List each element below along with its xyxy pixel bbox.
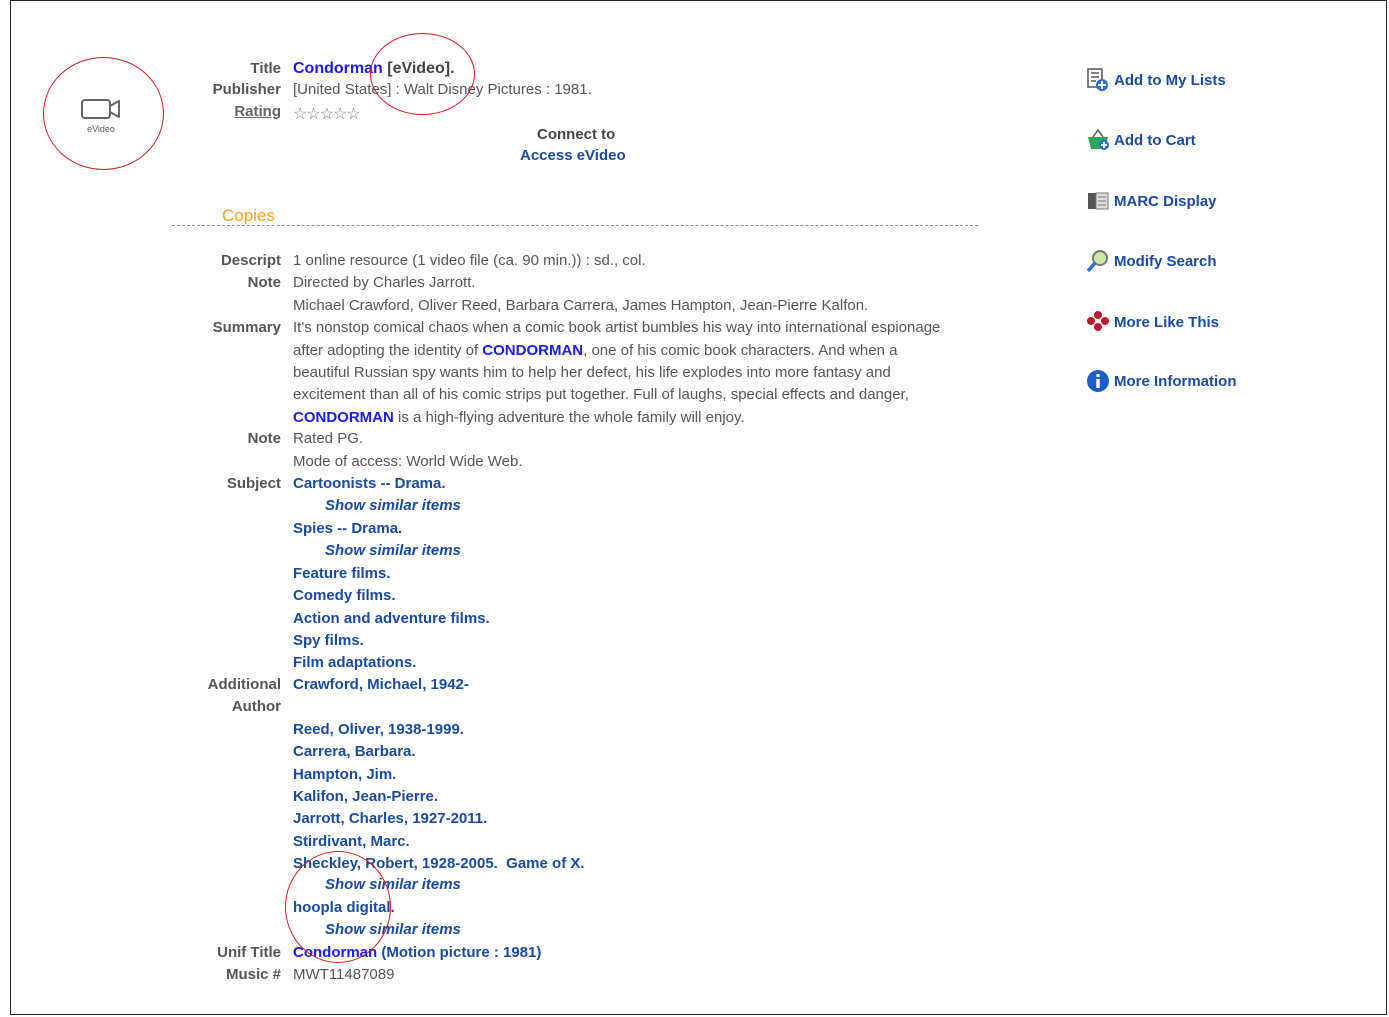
- note-line: Rated PG.: [293, 430, 364, 447]
- list-add-icon: [1087, 68, 1108, 91]
- additional-author-label: Author: [231, 698, 281, 715]
- subject-label: Subject: [226, 475, 281, 492]
- more-information-label: More Information: [1114, 372, 1237, 390]
- author-link[interactable]: Hampton, Jim.: [293, 766, 396, 783]
- subject-link[interactable]: Comedy films.: [293, 587, 396, 604]
- condorman-link[interactable]: CONDORMAN: [482, 342, 583, 359]
- format-icon: eVideo: [78, 97, 124, 137]
- author-link[interactable]: Carrera, Barbara.: [293, 743, 416, 760]
- show-similar-link[interactable]: Show similar items: [325, 876, 461, 893]
- more-like-this-button[interactable]: More Like This: [1086, 310, 1219, 334]
- show-similar-link[interactable]: Show similar items: [325, 497, 461, 514]
- cluster-icon: [1087, 311, 1109, 331]
- summary-line: after adopting the identity of CONDORMAN…: [293, 342, 897, 359]
- modify-search-label: Modify Search: [1114, 252, 1217, 270]
- title-link[interactable]: Condorman: [293, 60, 383, 77]
- title-label: Title: [250, 60, 281, 77]
- note-line: Mode of access: World Wide Web.: [293, 453, 523, 470]
- add-to-cart-button[interactable]: Add to Cart: [1086, 128, 1196, 152]
- title-suffix: [eVideo].: [387, 60, 455, 77]
- add-to-my-lists-button[interactable]: Add to My Lists: [1086, 68, 1226, 92]
- condorman-link[interactable]: CONDORMAN: [293, 409, 394, 426]
- subject-link[interactable]: Spy films.: [293, 632, 364, 649]
- modify-search-button[interactable]: Modify Search: [1086, 249, 1217, 273]
- basket-icon: [1088, 128, 1109, 150]
- author-link[interactable]: Reed, Oliver, 1938-1999.: [293, 721, 464, 738]
- marc-display-label: MARC Display: [1114, 192, 1217, 210]
- subject-link[interactable]: Film adaptations.: [293, 654, 416, 671]
- title-value: Condorman [eVideo].: [293, 60, 455, 78]
- marc-record-icon: [1088, 192, 1109, 210]
- author-link[interactable]: Kalifon, Jean-Pierre.: [293, 788, 438, 805]
- summary-line: It's nonstop comical chaos when a comic …: [293, 319, 941, 336]
- descript-value: 1 online resource (1 video file (ca. 90 …: [293, 252, 646, 269]
- publisher-label: Publisher: [212, 81, 281, 98]
- connect-heading: Connect to: [537, 126, 616, 143]
- summary-line: CONDORMAN is a high-flying adventure the…: [293, 409, 745, 426]
- show-similar-link[interactable]: Show similar items: [325, 542, 461, 559]
- more-information-button[interactable]: More Information: [1086, 369, 1237, 393]
- author-link[interactable]: Crawford, Michael, 1942-: [293, 676, 469, 693]
- add-to-my-lists-label: Add to My Lists: [1114, 71, 1226, 89]
- subject-link[interactable]: Cartoonists -- Drama.: [293, 475, 446, 492]
- descript-label: Descript: [220, 252, 281, 269]
- note-label: Note: [247, 274, 281, 291]
- marc-display-button[interactable]: MARC Display: [1086, 189, 1217, 213]
- music-label: Music #: [225, 966, 281, 983]
- show-similar-link[interactable]: Show similar items: [325, 921, 461, 938]
- author-link[interactable]: Jarrott, Charles, 1927-2011.: [293, 810, 487, 827]
- summary-line: excitement than all of his comic strips …: [293, 386, 909, 403]
- access-evideo-link[interactable]: Access eVideo: [520, 147, 626, 164]
- note-line: Directed by Charles Jarrott.: [293, 274, 476, 291]
- rating-label[interactable]: Rating: [234, 103, 281, 120]
- more-like-this-label: More Like This: [1114, 313, 1220, 331]
- author-link[interactable]: Stirdivant, Marc.: [293, 833, 410, 850]
- note-line: Michael Crawford, Oliver Reed, Barbara C…: [293, 297, 869, 314]
- info-icon: [1087, 370, 1109, 392]
- summary-text: after adopting the identity of: [293, 342, 483, 359]
- additional-author-label: Additional: [207, 676, 281, 693]
- unif-title-label: Unif Title: [217, 944, 281, 961]
- video-camera-icon: [81, 99, 120, 119]
- summary-line: beautiful Russian spy wants him to help …: [293, 364, 891, 381]
- music-value: MWT11487089: [293, 966, 395, 983]
- subject-link[interactable]: Feature films.: [293, 565, 391, 582]
- author-link[interactable]: Sheckley, Robert, 1928-2005. Game of X.: [293, 855, 585, 872]
- note-label: Note: [247, 430, 281, 447]
- magnifier-icon: [1086, 250, 1108, 273]
- copies-heading: Copies: [222, 206, 275, 225]
- unif-title-value: Condorman (Motion picture : 1981): [293, 944, 541, 961]
- format-icon-label: eVideo: [87, 124, 115, 134]
- subject-link[interactable]: Spies -- Drama.: [293, 520, 402, 537]
- rating-stars[interactable]: ☆☆☆☆☆: [293, 104, 361, 124]
- summary-text: is a high-flying adventure the whole fam…: [393, 409, 745, 426]
- copies-divider: [172, 225, 978, 226]
- publisher-value: [United States] : Walt Disney Pictures :…: [293, 81, 592, 98]
- summary-text: , one of his comic book characters. And …: [583, 342, 898, 359]
- subject-link[interactable]: Action and adventure films.: [293, 610, 490, 627]
- unif-title-link[interactable]: Condorman: [293, 944, 377, 961]
- author-link[interactable]: hoopla digital.: [293, 899, 395, 916]
- add-to-cart-label: Add to Cart: [1114, 131, 1196, 149]
- unif-title-link[interactable]: (Motion picture : 1981): [377, 944, 541, 961]
- summary-label: Summary: [212, 319, 281, 336]
- page-frame: [10, 0, 1387, 1015]
